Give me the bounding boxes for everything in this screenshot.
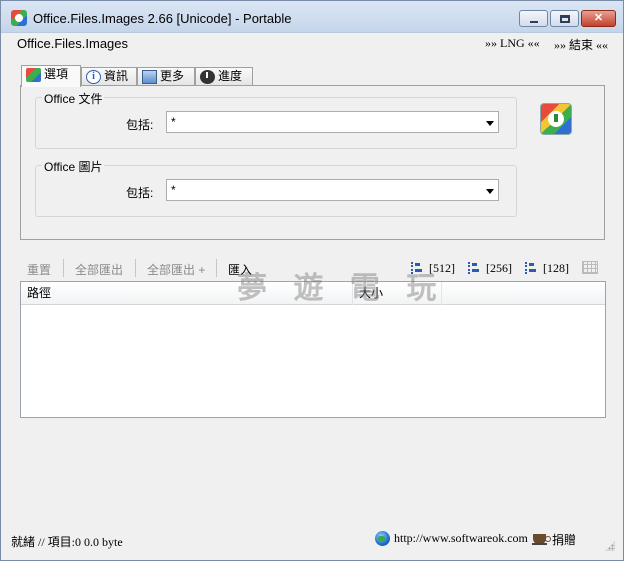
export-all-plus-button[interactable]: 全部匯出 + [147,261,205,278]
size-128-label: [128] [543,261,569,275]
language-menu[interactable]: »» LNG «« [485,36,540,51]
donate-button[interactable]: 捐贈 [532,531,577,548]
office-images-include-value: * [171,183,176,197]
menu-app-name[interactable]: Office.Files.Images [17,36,128,51]
office-docs-include-value: * [171,115,176,129]
minimize-icon [530,21,538,23]
watermark-text: 夢 遊 電 玩 [237,271,445,306]
tab-progress[interactable]: 進度 [195,67,253,86]
close-button[interactable]: ✕ [581,10,616,27]
office-images-title: Office 圖片 [42,158,105,175]
download-arrow-icon [554,114,558,122]
tab-options[interactable]: 選項 [21,65,81,87]
office-docs-title: Office 文件 [42,90,105,107]
chevron-down-icon[interactable] [486,189,494,194]
office-docs-include-label: 包括: [126,118,154,132]
column-extra[interactable] [442,282,605,305]
tree-size-icon [525,262,539,274]
coffee-cup-icon [532,534,551,545]
tree-size-icon [468,262,482,274]
globe-icon [375,531,390,546]
office-docs-group: Office 文件 包括: * [35,90,517,149]
size-256-label: [256] [486,261,512,275]
title-bar[interactable]: Office.Files.Images 2.66 [Unicode] - Por… [1,1,623,33]
tab-info[interactable]: i 資訊 [81,67,137,86]
tab-options-label: 選項 [44,67,69,81]
close-icon: ✕ [593,12,604,24]
office-images-include-combo[interactable]: * [166,179,499,201]
app-icon [11,10,27,26]
status-text: 就緒 // 項目:0 0.0 byte [11,535,123,549]
office-docs-include-combo[interactable]: * [166,111,499,133]
toolbar-divider [135,259,136,277]
donate-label: 捐贈 [552,533,577,547]
size-128-button[interactable]: [128] [525,261,569,276]
app-window: Office.Files.Images 2.66 [Unicode] - Por… [0,0,624,561]
office-images-group: Office 圖片 包括: * [35,158,517,217]
size-256-button[interactable]: [256] [468,261,512,276]
office-images-include-label: 包括: [126,186,154,200]
start-scan-icon[interactable] [540,103,572,135]
clock-icon [200,70,215,84]
tab-more-label: 更多 [160,69,185,83]
tab-more[interactable]: 更多 [137,67,195,86]
info-icon: i [86,70,101,84]
minimize-button[interactable] [519,10,548,27]
window-title: Office.Files.Images 2.66 [Unicode] - Por… [33,11,292,26]
toolbar-divider [63,259,64,277]
maximize-button[interactable] [550,10,579,27]
tab-info-label: 資訊 [104,69,129,83]
options-icon [26,68,41,82]
toolbar-divider [216,259,217,277]
export-all-button[interactable]: 全部匯出 [75,261,123,278]
status-bar: 就緒 // 項目:0 0.0 byte http://www.softwareo… [1,527,623,551]
chevron-down-icon[interactable] [486,121,494,126]
reset-button[interactable]: 重置 [27,261,51,278]
exit-menu[interactable]: »» 結束 «« [554,36,608,53]
website-link-label: http://www.softwareok.com [394,531,528,545]
grid-view-icon[interactable] [582,261,598,274]
options-panel: Office 文件 包括: * Office 圖片 包括: * [20,85,605,240]
monitor-icon [142,70,157,84]
website-link[interactable]: http://www.softwareok.com [375,531,528,546]
tab-progress-label: 進度 [218,69,243,83]
maximize-icon [560,15,570,23]
resize-grip-icon[interactable] [605,541,615,551]
